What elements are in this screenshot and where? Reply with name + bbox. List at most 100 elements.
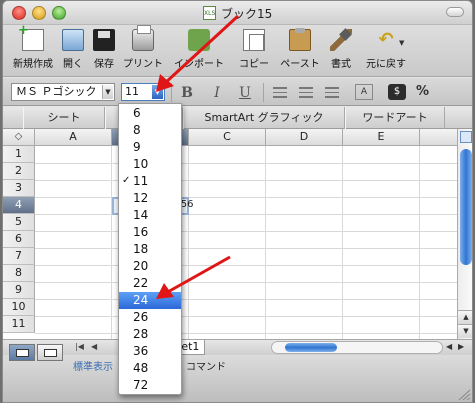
normal-view-icon	[16, 349, 29, 357]
align-left-button[interactable]	[273, 87, 287, 98]
zoom-window-button[interactable]	[52, 6, 66, 20]
grid-line	[35, 163, 457, 164]
grid-line	[35, 333, 457, 334]
grid-line	[111, 146, 112, 339]
horizontal-scroll-thumb[interactable]	[285, 343, 337, 352]
row-header-11[interactable]: 11	[3, 316, 35, 333]
grid-line	[419, 146, 420, 339]
scroll-left-button[interactable]: ◀	[446, 342, 452, 351]
font-size-option[interactable]: 28	[119, 326, 181, 343]
toolbar-separator	[263, 83, 264, 102]
align-right-button[interactable]	[325, 87, 339, 98]
chevron-down-icon[interactable]: ▼	[102, 85, 113, 99]
copy-icon	[243, 29, 265, 51]
undo-button[interactable]: ↶ 元に戻す	[361, 29, 411, 70]
undo-icon: ↶	[378, 29, 394, 50]
font-size-option[interactable]: 14	[119, 207, 181, 224]
close-window-button[interactable]	[12, 6, 26, 20]
grid-line	[35, 265, 457, 266]
view-buttons	[7, 338, 67, 361]
grid-line	[35, 316, 457, 317]
font-size-option-checked[interactable]: ✓ 11	[119, 173, 181, 190]
resize-grip-icon[interactable]	[457, 389, 471, 401]
row-header-9[interactable]: 9	[3, 282, 35, 299]
sheet-tab-bar: |◀ ◀ Sheet1 ◀ ▶	[3, 339, 472, 355]
scroll-right-button[interactable]: ▶	[458, 342, 464, 351]
open-folder-icon	[62, 29, 84, 51]
grid-line	[35, 180, 457, 181]
prev-sheet-button[interactable]: ◀	[91, 342, 97, 351]
gallery-tab-wordart[interactable]: ワードアート	[345, 107, 445, 129]
align-center-button[interactable]	[299, 87, 313, 98]
gallery-tab-smartart[interactable]: SmartArt グラフィック	[183, 107, 345, 129]
grid-line	[188, 146, 189, 339]
grid-line	[35, 214, 457, 215]
status-view-mode: 標準表示	[73, 362, 113, 373]
first-sheet-button[interactable]: |◀	[75, 342, 84, 351]
scroll-up-button[interactable]: ▲	[458, 310, 472, 324]
page-layout-icon	[44, 349, 57, 357]
vertical-scroll-thumb[interactable]	[460, 149, 472, 265]
elements-gallery: シート SmartArt グラフィック ワードアート	[3, 107, 472, 129]
scroll-down-button[interactable]: ▼	[458, 324, 472, 338]
font-size-option[interactable]: 48	[119, 360, 181, 377]
save-disk-icon	[93, 29, 115, 51]
row-header-3[interactable]: 3	[3, 180, 35, 197]
row-header-10[interactable]: 10	[3, 299, 35, 316]
save-button[interactable]: 保存	[90, 29, 118, 70]
percent-button[interactable]: %	[416, 84, 429, 99]
font-size-menu[interactable]: 6 8 9 10 ✓ 11 12 14 16 18 20 22 24 26 28…	[118, 103, 182, 395]
grid-line	[35, 197, 457, 198]
font-size-option[interactable]: 8	[119, 122, 181, 139]
row-header-2[interactable]: 2	[3, 163, 35, 180]
column-header-e[interactable]: E	[343, 129, 420, 146]
page-layout-view-button[interactable]	[37, 344, 63, 361]
status-mode: コマンド	[186, 362, 226, 373]
grid-line	[342, 146, 343, 339]
font-size-option[interactable]: 9	[119, 139, 181, 156]
row-header-5[interactable]: 5	[3, 214, 35, 231]
split-box-icon[interactable]	[460, 131, 472, 143]
annotation-arrow-bottom	[156, 255, 231, 299]
open-button[interactable]: 開く	[58, 29, 88, 70]
font-size-option[interactable]: 72	[119, 377, 181, 394]
normal-view-button[interactable]	[9, 344, 35, 361]
vertical-scrollbar[interactable]: ▲ ▼	[457, 129, 472, 339]
grid-line	[35, 248, 457, 249]
row-header-8[interactable]: 8	[3, 265, 35, 282]
new-document-icon	[18, 23, 44, 51]
worksheet-grid[interactable]: ◇ A B C D E 1 2 3 4 5 6 7 8 9 10 11 34	[3, 129, 457, 339]
column-header-d[interactable]: D	[266, 129, 343, 146]
wrap-text-button[interactable]: A	[355, 84, 373, 100]
font-size-option[interactable]: 26	[119, 309, 181, 326]
column-header-c[interactable]: C	[189, 129, 266, 146]
paste-button[interactable]: ペースト	[276, 28, 324, 70]
grid-line	[265, 146, 266, 339]
font-size-option[interactable]: 6	[119, 105, 181, 122]
gallery-tab-sheet[interactable]: シート	[23, 107, 105, 129]
font-size-option[interactable]: 36	[119, 343, 181, 360]
clipboard-icon	[289, 28, 311, 51]
currency-button[interactable]: $	[388, 84, 406, 100]
undo-dropdown-icon[interactable]: ▼	[399, 39, 404, 47]
font-size-option[interactable]: 10	[119, 156, 181, 173]
toolbar-toggle-button[interactable]	[446, 7, 464, 17]
font-name-select[interactable]: ＭＳ Ｐゴシック ▼	[11, 83, 115, 101]
column-header-a[interactable]: A	[35, 129, 112, 146]
minimize-window-button[interactable]	[32, 6, 46, 20]
row-header-4[interactable]: 4	[3, 197, 35, 214]
row-header-7[interactable]: 7	[3, 248, 35, 265]
horizontal-scrollbar[interactable]	[271, 341, 443, 354]
grid-line	[35, 282, 457, 283]
row-header-6[interactable]: 6	[3, 231, 35, 248]
column-header-f[interactable]	[420, 129, 457, 146]
annotation-arrow-top	[156, 14, 240, 92]
select-all-corner[interactable]: ◇	[3, 129, 35, 146]
new-workbook-button[interactable]: 新規作成	[11, 23, 55, 70]
row-header-1[interactable]: 1	[3, 146, 35, 163]
paintbrush-icon	[330, 29, 352, 51]
font-size-option[interactable]: 12	[119, 190, 181, 207]
grid-line	[35, 299, 457, 300]
format-painter-button[interactable]: 書式	[327, 29, 355, 70]
font-size-option[interactable]: 16	[119, 224, 181, 241]
